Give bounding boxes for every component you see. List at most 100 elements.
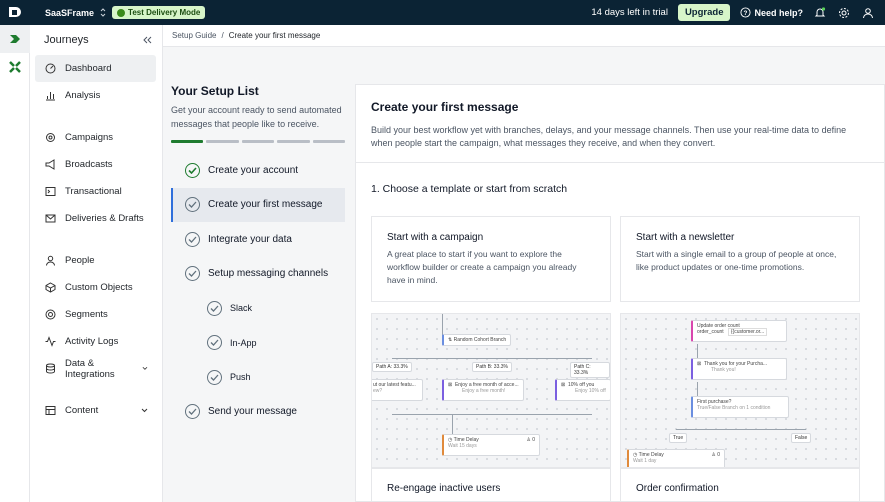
setup-list: Your Setup List Get your account ready t… — [171, 84, 346, 430]
notifications-button[interactable] — [813, 6, 827, 20]
chevron-down-icon — [141, 408, 148, 413]
sidebar-item-label: Segments — [65, 309, 108, 320]
step-label: Slack — [230, 303, 253, 314]
step-label: Send your message — [208, 406, 297, 418]
step-label: Push — [230, 372, 251, 383]
step-label: Create your account — [208, 164, 299, 176]
help-button[interactable]: ? Need help? — [740, 7, 803, 18]
sidebar-item-custom-objects[interactable]: Custom Objects — [35, 274, 156, 301]
step-push[interactable]: Push — [171, 360, 345, 395]
app-logo[interactable] — [0, 0, 30, 25]
custom-objects-icon — [45, 282, 56, 293]
svg-text:?: ? — [744, 10, 748, 17]
sidebar-item-deliveries[interactable]: Deliveries & Drafts — [35, 205, 156, 232]
step-in-app[interactable]: In-App — [171, 326, 345, 361]
false-tag: False — [791, 433, 812, 443]
sidebar-item-analysis[interactable]: Analysis — [35, 82, 156, 109]
step-create-first-message[interactable]: Create your first message — [171, 187, 345, 222]
step-integrate-data[interactable]: Integrate your data — [171, 222, 345, 257]
message-node-b: ⊠ Enjoy a free month of acce... Enjoy a f… — [442, 379, 524, 401]
chevron-updown-icon — [100, 8, 106, 17]
divider — [356, 162, 884, 163]
dashboard-icon — [45, 63, 56, 74]
workspace-switcher[interactable]: SaaSFrame — [45, 8, 106, 18]
check-circle-icon — [185, 404, 200, 420]
reengage-card-title[interactable]: Re-engage inactive users — [371, 468, 611, 501]
reengage-preview[interactable]: ⇅ Random Cohort Branch Path A: 33.3% Pat… — [371, 313, 611, 468]
step-label: Setup messaging channels — [208, 268, 329, 280]
setup-progress — [171, 140, 346, 143]
upgrade-button[interactable]: Upgrade — [677, 4, 731, 21]
setup-description: Get your account ready to send automated… — [171, 105, 342, 129]
campaigns-icon — [46, 133, 55, 142]
logo-icon — [9, 6, 21, 17]
branch-node: ⇅ Random Cohort Branch — [442, 334, 512, 346]
step-label: Integrate your data — [208, 233, 292, 245]
check-circle-icon — [185, 231, 200, 247]
content-icon — [45, 406, 56, 415]
sidebar-item-campaigns[interactable]: Campaigns — [35, 124, 156, 151]
bell-icon — [814, 6, 826, 16]
sidebar-item-label: People — [65, 255, 95, 266]
sidebar-item-transactional[interactable]: Transactional — [35, 178, 156, 205]
breadcrumb-separator: / — [221, 31, 224, 40]
card-text: Start with a single email to a group of … — [636, 249, 837, 272]
sidebar-item-label: Custom Objects — [65, 282, 133, 293]
progress-segment — [171, 140, 204, 143]
progress-segment — [277, 140, 310, 143]
app-rail — [0, 25, 30, 502]
card-title: Start with a newsletter — [636, 232, 735, 243]
progress-segment — [241, 140, 275, 143]
test-mode-badge[interactable]: Test Delivery Mode — [112, 6, 206, 19]
integrations-icon — [9, 61, 21, 73]
sidebar-item-broadcasts[interactable]: Broadcasts — [35, 151, 156, 178]
settings-button[interactable] — [837, 6, 851, 20]
order-confirmation-card-title[interactable]: Order confirmation — [620, 468, 860, 501]
message-node-c: ⊠ 10% off you Enjoy 10% off — [555, 379, 610, 401]
path-b-tag: Path B: 33.3% — [472, 362, 512, 372]
rail-integrations[interactable] — [0, 53, 30, 81]
sidebar-item-segments[interactable]: Segments — [35, 301, 156, 328]
breadcrumb: Setup Guide / Create your first message — [163, 25, 885, 47]
journeys-icon — [10, 35, 20, 43]
transactional-icon — [45, 187, 56, 196]
sidebar-item-people[interactable]: People — [35, 247, 156, 274]
segments-icon — [45, 309, 56, 320]
deliveries-icon — [45, 214, 56, 223]
step-create-account[interactable]: Create your account — [171, 153, 345, 188]
step-messaging-channels[interactable]: Setup messaging channels — [171, 257, 345, 292]
sidebar-item-activity-logs[interactable]: Activity Logs — [35, 328, 156, 355]
card-text: A great place to start if you want to ex… — [387, 249, 577, 285]
data-integrations-icon — [46, 363, 55, 374]
sidebar: Journeys Dashboard Analysis Campaigns Br… — [30, 25, 163, 502]
campaign-card[interactable]: Start with a campaign A great place to s… — [371, 216, 611, 302]
help-icon: ? — [740, 7, 752, 18]
broadcasts-icon — [45, 159, 55, 170]
progress-segment — [206, 140, 239, 143]
sidebar-item-dashboard[interactable]: Dashboard — [35, 55, 156, 82]
top-bar: SaaSFrame Test Delivery Mode 14 days lef… — [0, 0, 885, 25]
check-circle-icon — [207, 300, 222, 316]
sidebar-title: Journeys — [44, 34, 89, 46]
collapse-sidebar-icon[interactable] — [142, 35, 152, 45]
user-icon — [863, 7, 873, 18]
card-title: Start with a campaign — [387, 232, 484, 243]
chevron-down-icon — [142, 366, 148, 370]
rail-journeys[interactable] — [0, 25, 30, 53]
breadcrumb-current: Create your first message — [228, 31, 321, 40]
sidebar-item-data-integrations[interactable]: Data & Integrations — [35, 355, 156, 382]
update-node: Update order count order_count {{customer… — [691, 320, 787, 342]
sidebar-item-content[interactable]: Content — [35, 397, 156, 424]
newsletter-card[interactable]: Start with a newsletter Start with a sin… — [620, 216, 860, 302]
delay-node: ◷ Time Delay ♙ 0 Wait 1 day — [627, 449, 725, 467]
account-button[interactable] — [861, 6, 875, 20]
step-send-message[interactable]: Send your message — [171, 395, 345, 430]
order-confirmation-preview[interactable]: Update order count order_count {{customer… — [620, 313, 860, 468]
people-icon — [46, 255, 55, 266]
activity-logs-icon — [45, 336, 56, 347]
step-slack[interactable]: Slack — [171, 291, 345, 326]
sidebar-item-label: Deliveries & Drafts — [65, 213, 144, 224]
check-circle-icon — [207, 369, 222, 385]
gear-icon — [839, 7, 849, 18]
breadcrumb-parent[interactable]: Setup Guide — [172, 31, 216, 40]
